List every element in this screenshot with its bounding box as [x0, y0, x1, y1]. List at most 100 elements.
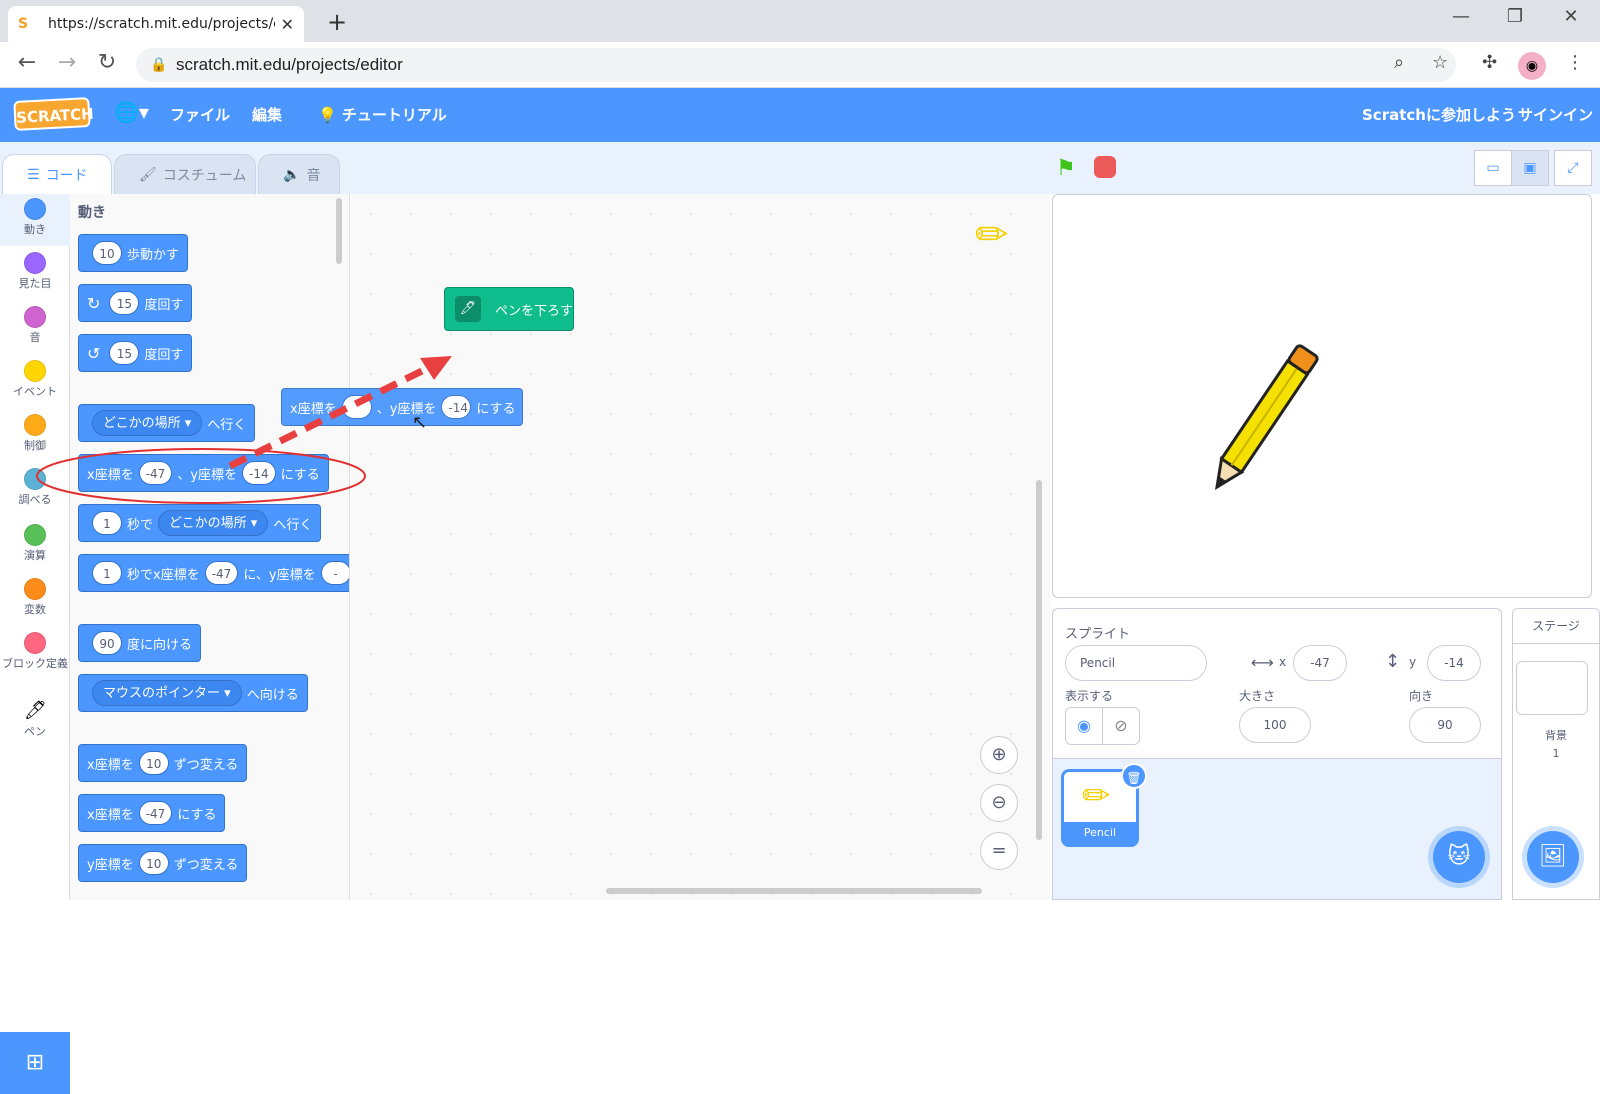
block-input[interactable]: 1	[92, 561, 122, 585]
zoom-reset-icon[interactable]: =	[980, 832, 1018, 870]
block-turn-right[interactable]: ↻ 15 度回す	[78, 284, 193, 322]
menu-edit[interactable]: 編集	[252, 104, 282, 125]
forward-icon[interactable]: →	[52, 50, 82, 75]
zoom-icon[interactable]: ⌕	[1394, 52, 1404, 73]
current-sprite-pencil-icon: ✏	[975, 212, 1009, 258]
block-glide-to-xy[interactable]: 1 秒でx座標を -47 に、y座標を -	[78, 554, 349, 592]
block-input-y[interactable]: -14	[242, 461, 276, 485]
extensions-icon[interactable]: ✣	[1482, 52, 1497, 73]
green-flag-icon[interactable]: ⚑	[1056, 156, 1076, 181]
minimize-icon[interactable]: —	[1446, 6, 1476, 27]
close-tab-icon[interactable]: ✕	[281, 15, 294, 34]
block-input[interactable]: 1	[92, 511, 122, 535]
stage-canvas[interactable]	[1052, 194, 1592, 598]
x-field[interactable]: -47	[1293, 645, 1347, 681]
block-input[interactable]: -47	[138, 801, 173, 825]
stop-button[interactable]	[1094, 156, 1116, 178]
backdrops-label: 背景	[1545, 729, 1567, 742]
block-input[interactable]: 10	[92, 241, 122, 265]
block-point-towards[interactable]: マウスのポインター ▾ へ向ける	[78, 674, 308, 712]
window-close-icon[interactable]: ✕	[1556, 6, 1586, 27]
palette-scrollbar[interactable]	[336, 198, 342, 264]
block-dropdown[interactable]: どこかの場所 ▾	[158, 510, 269, 536]
show-eye-icon[interactable]: ◉	[1065, 707, 1103, 745]
back-icon[interactable]: ←	[12, 50, 42, 75]
tab-code[interactable]: ☰ コード	[2, 154, 112, 194]
block-text: x座標を	[290, 401, 337, 417]
menu-tutorial[interactable]: 💡 チュートリアル	[318, 104, 447, 125]
category-9[interactable]: 🖊 ペン	[0, 700, 70, 739]
new-tab-icon[interactable]: +	[322, 8, 352, 36]
category-3[interactable]: イベント	[0, 360, 70, 399]
script-vertical-scrollbar[interactable]	[1036, 480, 1042, 840]
hide-eye-icon[interactable]: ⊘	[1102, 707, 1140, 745]
address-bar[interactable]: 🔒 scratch.mit.edu/projects/editor	[136, 48, 1456, 82]
block-dropdown[interactable]: マウスのポインター ▾	[92, 680, 242, 706]
category-8[interactable]: ブロック定義	[0, 632, 70, 671]
menu-file[interactable]: ファイル	[170, 104, 230, 125]
block-input[interactable]: 10	[138, 751, 169, 775]
sign-in-link[interactable]: サインイン	[1518, 104, 1593, 125]
block-input-x[interactable]	[341, 395, 372, 419]
add-extension-button[interactable]: ⊞	[0, 1032, 70, 1094]
block-point-direction[interactable]: 90 度に向ける	[78, 624, 202, 662]
block-change-y[interactable]: y座標を 10 ずつ変える	[78, 844, 248, 882]
block-go-to-xy[interactable]: x座標を -47 、y座標を -14 にする	[78, 454, 329, 492]
category-5[interactable]: 調べる	[0, 468, 70, 507]
block-input-x[interactable]: -47	[204, 561, 239, 585]
block-input[interactable]: 15	[109, 291, 140, 315]
category-7[interactable]: 変数	[0, 578, 70, 617]
normal-stage-icon[interactable]: ▣	[1511, 150, 1549, 186]
profile-avatar[interactable]: ◉	[1518, 52, 1546, 80]
restore-icon[interactable]: ❐	[1500, 6, 1530, 27]
sprite-name-field[interactable]: Pencil	[1065, 645, 1207, 681]
add-backdrop-button[interactable]: 🖼	[1527, 831, 1579, 883]
dragging-block-go-to-xy[interactable]: x座標を 、y座標を -14 にする	[281, 388, 523, 426]
category-4[interactable]: 制御	[0, 414, 70, 453]
pencil-sprite-icon[interactable]	[1053, 195, 1593, 599]
category-6[interactable]: 演算	[0, 524, 70, 563]
category-2[interactable]: 音	[0, 306, 70, 345]
y-field[interactable]: -14	[1427, 645, 1481, 681]
tab-sound[interactable]: 🔈 音	[258, 154, 340, 194]
browser-tab[interactable]: S https://scratch.mit.edu/projects/e ✕	[8, 6, 304, 42]
category-1[interactable]: 見た目	[0, 252, 70, 291]
block-text: へ行く	[273, 517, 313, 533]
block-change-x[interactable]: x座標を 10 ずつ変える	[78, 744, 248, 782]
script-horizontal-scrollbar[interactable]	[606, 888, 982, 894]
delete-sprite-icon[interactable]: 🗑	[1121, 763, 1147, 789]
stage-divider	[1513, 643, 1599, 644]
add-sprite-button[interactable]: 🐱	[1433, 831, 1485, 883]
block-input-x[interactable]: -47	[138, 461, 173, 485]
block-input[interactable]: 10	[138, 851, 169, 875]
block-move-steps[interactable]: 10 歩動かす	[78, 234, 189, 272]
bookmark-star-icon[interactable]: ☆	[1432, 52, 1448, 73]
block-glide-to[interactable]: 1 秒で どこかの場所 ▾ へ行く	[78, 504, 322, 542]
language-globe-icon[interactable]: 🌐▾	[114, 100, 149, 124]
block-input[interactable]: 90	[92, 631, 122, 655]
y-arrow-icon: ↕	[1385, 651, 1401, 672]
join-scratch-link[interactable]: Scratchに参加しよう	[1362, 104, 1516, 125]
zoom-in-icon[interactable]: ⊕	[980, 736, 1018, 774]
reload-icon[interactable]: ↻	[92, 50, 122, 75]
block-input-y[interactable]: -14	[441, 395, 472, 419]
block-set-x[interactable]: x座標を -47 にする	[78, 794, 226, 832]
category-0[interactable]: 動き	[0, 198, 70, 237]
scratch-logo[interactable]: SCRATCH	[13, 97, 94, 131]
browser-menu-icon[interactable]: ⋮	[1566, 52, 1584, 73]
stage-selector[interactable]: ステージ 背景 1 🖼	[1512, 608, 1600, 900]
fullscreen-icon[interactable]: ⤢	[1554, 150, 1592, 186]
tab-costume[interactable]: 🖌 コスチューム	[114, 154, 256, 194]
block-pen-down[interactable]: 🖊 ペンを下ろす	[444, 287, 574, 331]
block-dropdown[interactable]: どこかの場所 ▾	[92, 410, 203, 436]
block-go-to[interactable]: どこかの場所 ▾ へ行く	[78, 404, 256, 442]
small-stage-icon[interactable]: ▭	[1474, 150, 1512, 186]
category-menu: 動き見た目音イベント制御調べる演算変数ブロック定義 🖊 ペン ⊞	[0, 194, 70, 1094]
size-field[interactable]: 100	[1239, 707, 1311, 743]
block-input[interactable]: 15	[109, 341, 140, 365]
stage-thumbnail[interactable]	[1516, 661, 1588, 715]
direction-field[interactable]: 90	[1409, 707, 1481, 743]
block-input-y[interactable]: -	[320, 561, 349, 585]
block-turn-left[interactable]: ↺ 15 度回す	[78, 334, 193, 372]
zoom-out-icon[interactable]: ⊖	[980, 784, 1018, 822]
